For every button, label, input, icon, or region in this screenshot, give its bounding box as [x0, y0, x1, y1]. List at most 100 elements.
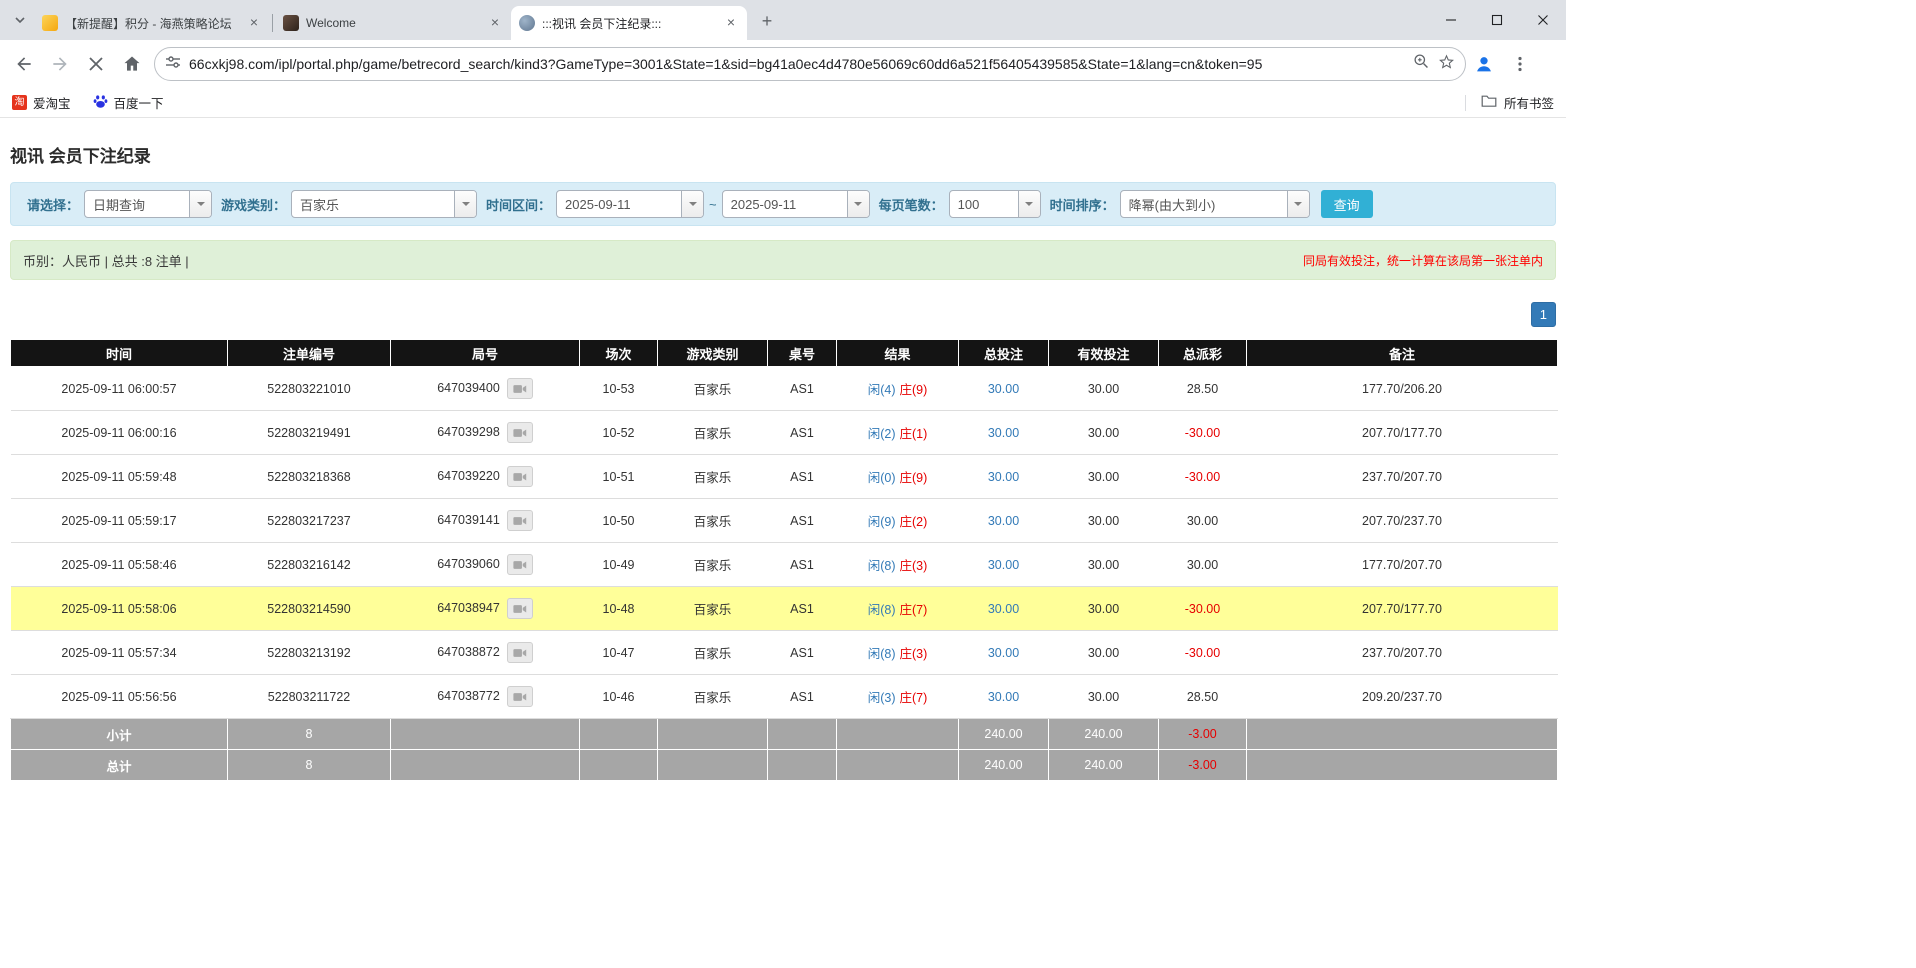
omnibox[interactable]: 66cxkj98.com/ipl/portal.php/game/betreco… [154, 47, 1466, 81]
cell-total-bet: 30.00 [959, 499, 1049, 543]
total-payout: -3.00 [1159, 750, 1247, 781]
chevron-down-icon [189, 191, 211, 217]
bookmarks-divider [1465, 95, 1466, 111]
cell-note: 207.70/177.70 [1247, 587, 1558, 631]
home-button[interactable] [114, 46, 150, 82]
banker-result: 庄(9) [900, 471, 928, 485]
bookmarks-bar: 淘 爱淘宝 百度一下 所有书签 [0, 88, 1566, 118]
total-bet-link[interactable]: 30.00 [988, 690, 1019, 704]
cell-payout: 30.00 [1159, 543, 1247, 587]
date-from-select[interactable]: 2025-09-11 [556, 190, 704, 218]
header-payout: 总派彩 [1159, 340, 1247, 367]
date-to-select[interactable]: 2025-09-11 [722, 190, 870, 218]
total-count: 8 [228, 750, 391, 781]
bookmark-taobao[interactable]: 淘 爱淘宝 [12, 93, 71, 112]
banker-result: 庄(7) [900, 603, 928, 617]
tab-divider [272, 14, 273, 32]
video-replay-icon[interactable] [507, 510, 533, 531]
time-sort-select[interactable]: 降幂(由大到小) [1120, 190, 1310, 218]
header-valid-bet: 有效投注 [1049, 340, 1159, 367]
forward-button[interactable] [42, 46, 78, 82]
summary-bar: 币别：人民币 | 总共 :8 注单 | 同局有效投注，统一计算在该局第一张注单内 [10, 240, 1556, 280]
total-bet-link[interactable]: 30.00 [988, 514, 1019, 528]
tab-search-chevron-icon[interactable] [6, 0, 34, 40]
cell-valid-bet: 30.00 [1049, 411, 1159, 455]
tab-forum[interactable]: 【新提醒】积分 - 海燕策略论坛 × [34, 6, 270, 40]
url-text[interactable]: 66cxkj98.com/ipl/portal.php/game/betreco… [189, 56, 1405, 72]
video-replay-icon[interactable] [507, 598, 533, 619]
cell-game: 百家乐 [658, 543, 768, 587]
video-replay-icon[interactable] [507, 378, 533, 399]
bookmark-star-icon[interactable] [1438, 53, 1455, 75]
per-page-select[interactable]: 100 [949, 190, 1041, 218]
cell-bet-id: 522803218368 [228, 455, 391, 499]
cell-table-no: AS1 [768, 455, 837, 499]
zoom-icon[interactable] [1413, 53, 1430, 75]
cell-valid-bet: 30.00 [1049, 587, 1159, 631]
round-number: 647038772 [437, 689, 500, 703]
search-button[interactable]: 查询 [1321, 190, 1373, 218]
cell-table-no: AS1 [768, 543, 837, 587]
cell-valid-bet: 30.00 [1049, 631, 1159, 675]
round-number: 647039141 [437, 513, 500, 527]
header-total-bet: 总投注 [959, 340, 1049, 367]
subtotal-total-bet: 240.00 [959, 719, 1049, 750]
cell-table-no: AS1 [768, 587, 837, 631]
video-replay-icon[interactable] [507, 554, 533, 575]
tab-favicon [519, 15, 535, 31]
bookmark-label: 百度一下 [114, 93, 164, 112]
subtotal-payout: -3.00 [1159, 719, 1247, 750]
tab-favicon [283, 15, 299, 31]
player-result: 闲(4) [868, 383, 896, 397]
total-bet-link[interactable]: 30.00 [988, 426, 1019, 440]
cell-time: 2025-09-11 05:59:48 [11, 455, 228, 499]
query-mode-select[interactable]: 日期查询 [84, 190, 212, 218]
close-window-button[interactable] [1520, 0, 1566, 40]
new-tab-button[interactable]: + [753, 7, 781, 35]
minimize-button[interactable] [1428, 0, 1474, 40]
cell-session: 10-50 [580, 499, 658, 543]
all-bookmarks[interactable]: 所有书签 [1465, 93, 1554, 112]
cell-game: 百家乐 [658, 587, 768, 631]
bookmark-baidu[interactable]: 百度一下 [93, 93, 164, 112]
game-type-select[interactable]: 百家乐 [291, 190, 477, 218]
table-row: 2025-09-11 05:59:17 522803217237 6470391… [11, 499, 1558, 543]
tab-close-icon[interactable]: × [723, 15, 739, 31]
total-bet-link[interactable]: 30.00 [988, 470, 1019, 484]
total-bet-link[interactable]: 30.00 [988, 382, 1019, 396]
header-round: 局号 [391, 340, 580, 367]
tab-close-icon[interactable]: × [246, 15, 262, 31]
video-replay-icon[interactable] [507, 466, 533, 487]
stop-loading-button[interactable] [78, 46, 114, 82]
baidu-paw-icon [93, 94, 108, 112]
video-replay-icon[interactable] [507, 422, 533, 443]
tab-title: :::视讯 会员下注纪录::: [542, 15, 716, 32]
window-controls [1428, 0, 1566, 40]
back-button[interactable] [6, 46, 42, 82]
tab-welcome[interactable]: Welcome × [275, 6, 511, 40]
cell-round: 647039298 [391, 411, 580, 455]
cell-valid-bet: 30.00 [1049, 499, 1159, 543]
tab-bet-record-active[interactable]: :::视讯 会员下注纪录::: × [511, 6, 747, 40]
bookmark-label: 爱淘宝 [33, 93, 71, 112]
maximize-button[interactable] [1474, 0, 1520, 40]
all-bookmarks-label: 所有书签 [1504, 93, 1554, 112]
page-1-button[interactable]: 1 [1531, 302, 1556, 327]
cell-payout: -30.00 [1159, 631, 1247, 675]
cell-time: 2025-09-11 05:57:34 [11, 631, 228, 675]
header-game: 游戏类别 [658, 340, 768, 367]
cell-total-bet: 30.00 [959, 455, 1049, 499]
total-bet-link[interactable]: 30.00 [988, 646, 1019, 660]
total-bet-link[interactable]: 30.00 [988, 558, 1019, 572]
browser-menu-icon[interactable] [1502, 46, 1538, 82]
total-bet-link[interactable]: 30.00 [988, 602, 1019, 616]
profile-avatar-icon[interactable] [1466, 46, 1502, 82]
video-replay-icon[interactable] [507, 642, 533, 663]
header-result: 结果 [837, 340, 959, 367]
cell-game: 百家乐 [658, 411, 768, 455]
folder-icon [1481, 94, 1497, 111]
site-info-icon[interactable] [165, 54, 181, 75]
cell-note: 207.70/237.70 [1247, 499, 1558, 543]
video-replay-icon[interactable] [507, 686, 533, 707]
tab-close-icon[interactable]: × [487, 15, 503, 31]
